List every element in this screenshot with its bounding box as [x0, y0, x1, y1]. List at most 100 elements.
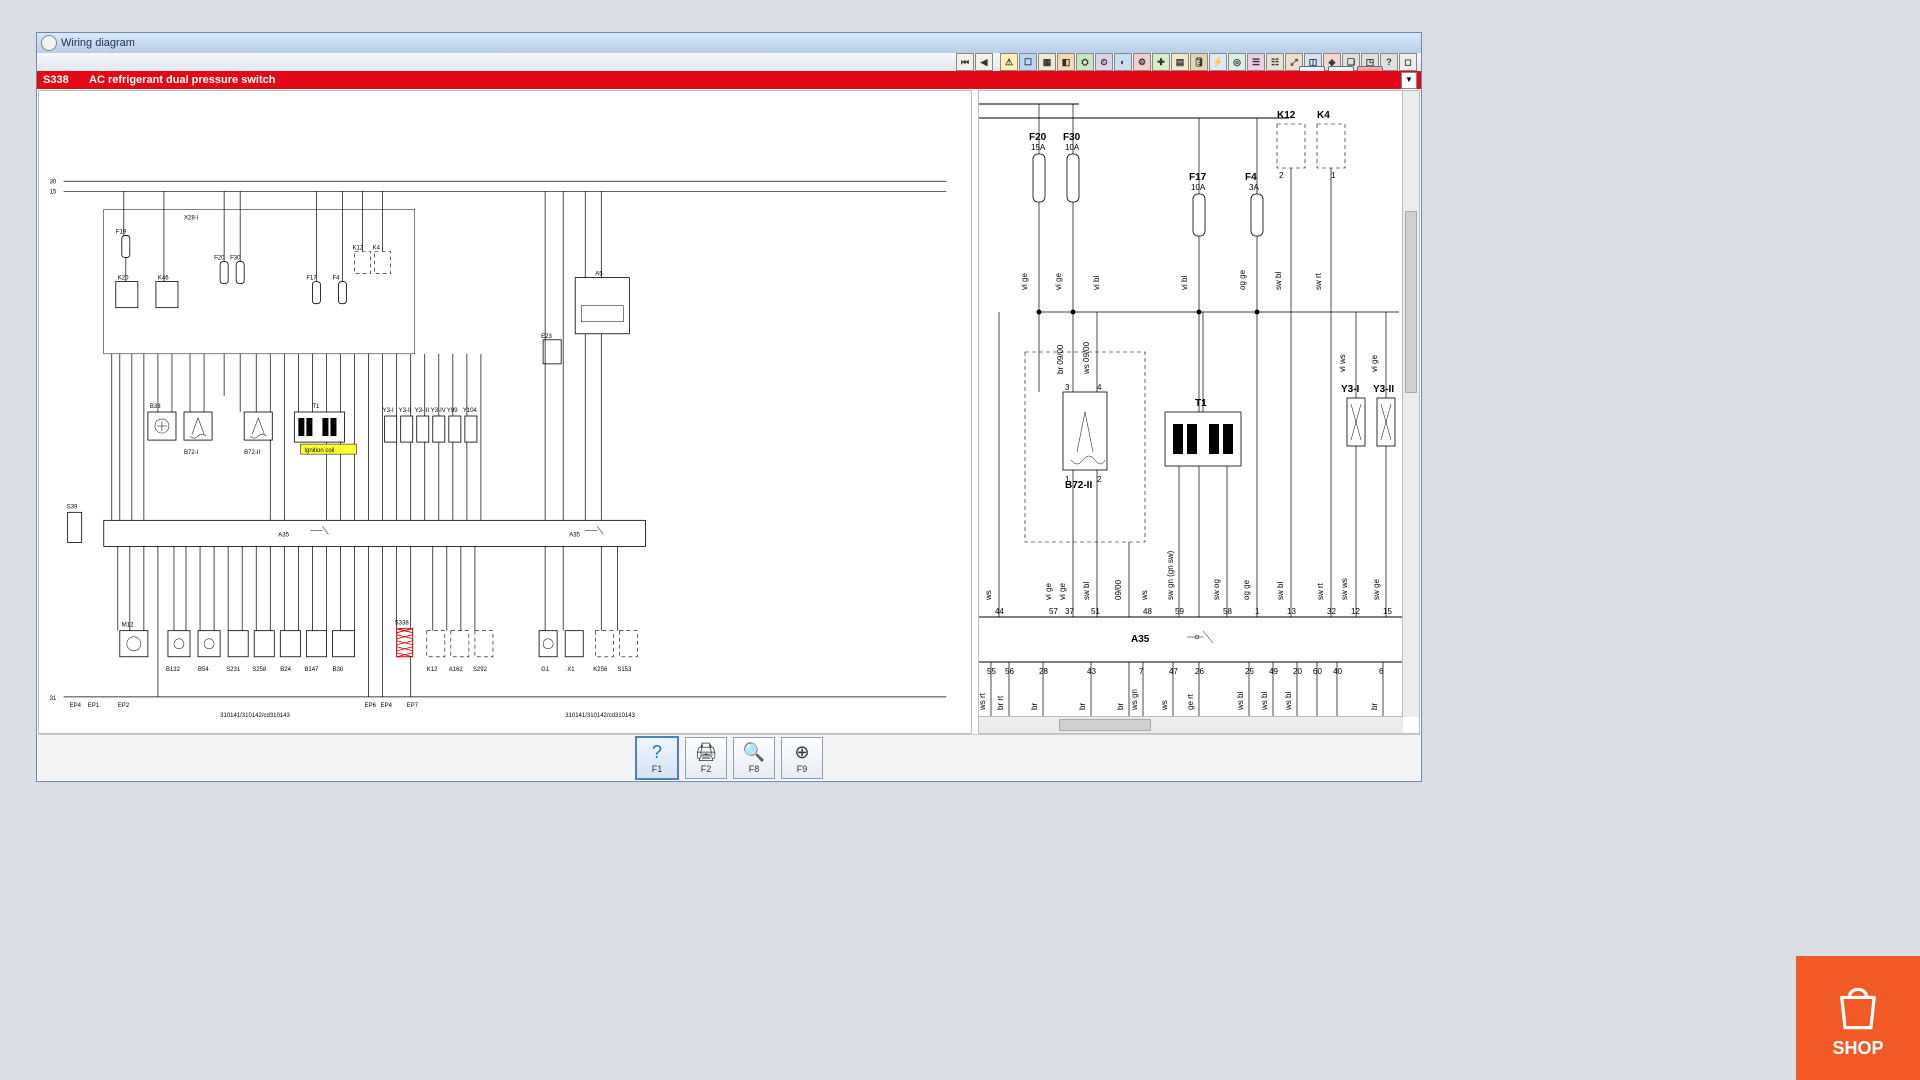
svg-text:B54: B54 [198, 667, 209, 673]
svg-text:3A: 3A [1249, 183, 1259, 192]
svg-text:G1: G1 [541, 667, 550, 673]
svg-text:B147: B147 [304, 667, 319, 673]
tool-15-icon[interactable]: ☷ [1266, 53, 1284, 71]
svg-text:ws bl: ws bl [1284, 692, 1293, 711]
titlebar[interactable]: Wiring diagram [37, 33, 1421, 53]
svg-text:56: 56 [1005, 667, 1014, 676]
svg-text:20: 20 [1293, 667, 1302, 676]
svg-text:sw bl: sw bl [1082, 582, 1091, 600]
nav-prev-icon[interactable]: ◀ [975, 53, 993, 71]
tool-warning-icon[interactable]: ⚠ [1000, 53, 1018, 71]
svg-text:47: 47 [1169, 667, 1178, 676]
f8-zoom-button[interactable]: 🔍F8 [733, 737, 775, 779]
tool-6-icon[interactable]: ⏲ [1095, 53, 1113, 71]
svg-text:1: 1 [1065, 475, 1070, 484]
svg-text:F30: F30 [230, 256, 241, 262]
svg-text:B24: B24 [280, 667, 291, 673]
scrollbar-h[interactable] [979, 716, 1403, 733]
tool-7-icon[interactable]: ◐ [1114, 53, 1132, 71]
nav-first-icon[interactable]: ⏮ [956, 53, 974, 71]
app-window: Wiring diagram ⏮ ◀ ⚠ ☐ ▦ ◧ ⛭ ⏲ ◐ ⚙ ✚ ▤ 🛢… [36, 32, 1422, 782]
svg-text:32: 32 [1327, 607, 1336, 616]
shop-button[interactable]: SHOP [1796, 956, 1920, 1080]
svg-text:310141/310142/cd310143: 310141/310142/cd310143 [220, 713, 290, 719]
svg-text:br rt: br rt [996, 695, 1005, 710]
tool-12-icon[interactable]: ⚡ [1209, 53, 1227, 71]
svg-text:E23: E23 [541, 334, 552, 340]
component-bar[interactable]: S338 AC refrigerant dual pressure switch… [37, 71, 1421, 89]
svg-text:EP2: EP2 [118, 703, 130, 709]
svg-text:EP1: EP1 [88, 703, 100, 709]
svg-text:B30: B30 [332, 667, 343, 673]
tool-3-icon[interactable]: ▦ [1038, 53, 1056, 71]
svg-text:48: 48 [1143, 607, 1152, 616]
svg-text:S231: S231 [226, 667, 241, 673]
svg-text:3: 3 [1065, 383, 1070, 392]
tool-13-icon[interactable]: ◎ [1228, 53, 1246, 71]
tool-5-icon[interactable]: ⛭ [1076, 53, 1094, 71]
f1-help-button[interactable]: ?F1 [635, 736, 679, 780]
svg-text:26: 26 [1195, 667, 1204, 676]
tool-2-icon[interactable]: ☐ [1019, 53, 1037, 71]
svg-text:B72-I: B72-I [184, 450, 199, 456]
svg-text:sw ge: sw ge [1372, 579, 1381, 600]
diagram-overview[interactable]: 30 15 X28-I F19 F20 F30 F17 F4 K20 K46 K… [38, 90, 972, 734]
svg-text:4: 4 [1097, 383, 1102, 392]
svg-text:br: br [1116, 703, 1125, 710]
f2-print-button[interactable]: 🖨F2 [685, 737, 727, 779]
tool-8-icon[interactable]: ⚙ [1133, 53, 1151, 71]
svg-text:F20: F20 [1029, 132, 1047, 143]
nav-buttons: ⏮ ◀ [956, 53, 993, 71]
svg-text:13: 13 [1287, 607, 1296, 616]
svg-text:25: 25 [1245, 667, 1254, 676]
bag-icon [1831, 978, 1885, 1032]
svg-text:1: 1 [1255, 607, 1260, 616]
svg-text:55: 55 [987, 667, 996, 676]
svg-text:ws gn: ws gn [1130, 689, 1139, 711]
scrollbar-v[interactable] [1402, 91, 1419, 717]
tool-4-icon[interactable]: ◧ [1057, 53, 1075, 71]
diagram-detail[interactable]: F2015A F3010A F1710A F43A K12 2 K4 1 [978, 90, 1420, 734]
svg-text:vi bl: vi bl [1180, 276, 1189, 290]
svg-text:60: 60 [1313, 667, 1322, 676]
svg-text:br: br [1078, 703, 1087, 710]
tool-9-icon[interactable]: ✚ [1152, 53, 1170, 71]
tool-14-icon[interactable]: ☰ [1247, 53, 1265, 71]
svg-text:K12: K12 [427, 667, 438, 673]
svg-text:ws: ws [984, 590, 993, 601]
ignition-coil: T1 Ignition coil [294, 404, 356, 454]
svg-text:br: br [1370, 703, 1379, 710]
svg-text:S153: S153 [617, 667, 632, 673]
f9-locate-button[interactable]: ⊕F9 [781, 737, 823, 779]
svg-text:Y3-II: Y3-II [399, 408, 412, 414]
svg-text:ge rt: ge rt [1186, 693, 1195, 710]
highlight-label: Ignition coil [304, 448, 334, 454]
svg-text:vi bl: vi bl [1092, 276, 1101, 290]
fuse-F19: F19 [116, 229, 130, 257]
tool-11-icon[interactable]: 🛢 [1190, 53, 1208, 71]
tool-10-icon[interactable]: ▤ [1171, 53, 1189, 71]
svg-text:B132: B132 [166, 667, 181, 673]
svg-text:sw ws: sw ws [1340, 578, 1349, 600]
svg-text:vi ge: vi ge [1370, 355, 1379, 372]
svg-text:ws: ws [1160, 700, 1169, 711]
svg-text:K12: K12 [353, 245, 364, 251]
tool-22-icon[interactable]: ◻ [1399, 53, 1417, 71]
svg-text:Y3-IV: Y3-IV [431, 408, 446, 414]
window-title: Wiring diagram [61, 37, 135, 49]
svg-text:40: 40 [1333, 667, 1342, 676]
svg-text:A35: A35 [1131, 634, 1150, 645]
svg-text:S258: S258 [252, 667, 267, 673]
svg-text:31: 31 [50, 696, 57, 702]
svg-text:59: 59 [1175, 607, 1184, 616]
svg-text:1: 1 [1331, 171, 1336, 180]
svg-text:K20: K20 [118, 276, 129, 282]
svg-text:37: 37 [1065, 607, 1074, 616]
component-dropdown-icon[interactable]: ▼ [1401, 72, 1417, 89]
svg-text:15: 15 [1383, 607, 1392, 616]
svg-text:A35: A35 [278, 532, 289, 538]
svg-text:sw rt: sw rt [1316, 582, 1325, 600]
svg-text:ws rt: ws rt [979, 692, 987, 711]
svg-text:F17: F17 [306, 276, 317, 282]
svg-text:br 09/00: br 09/00 [1056, 344, 1065, 374]
